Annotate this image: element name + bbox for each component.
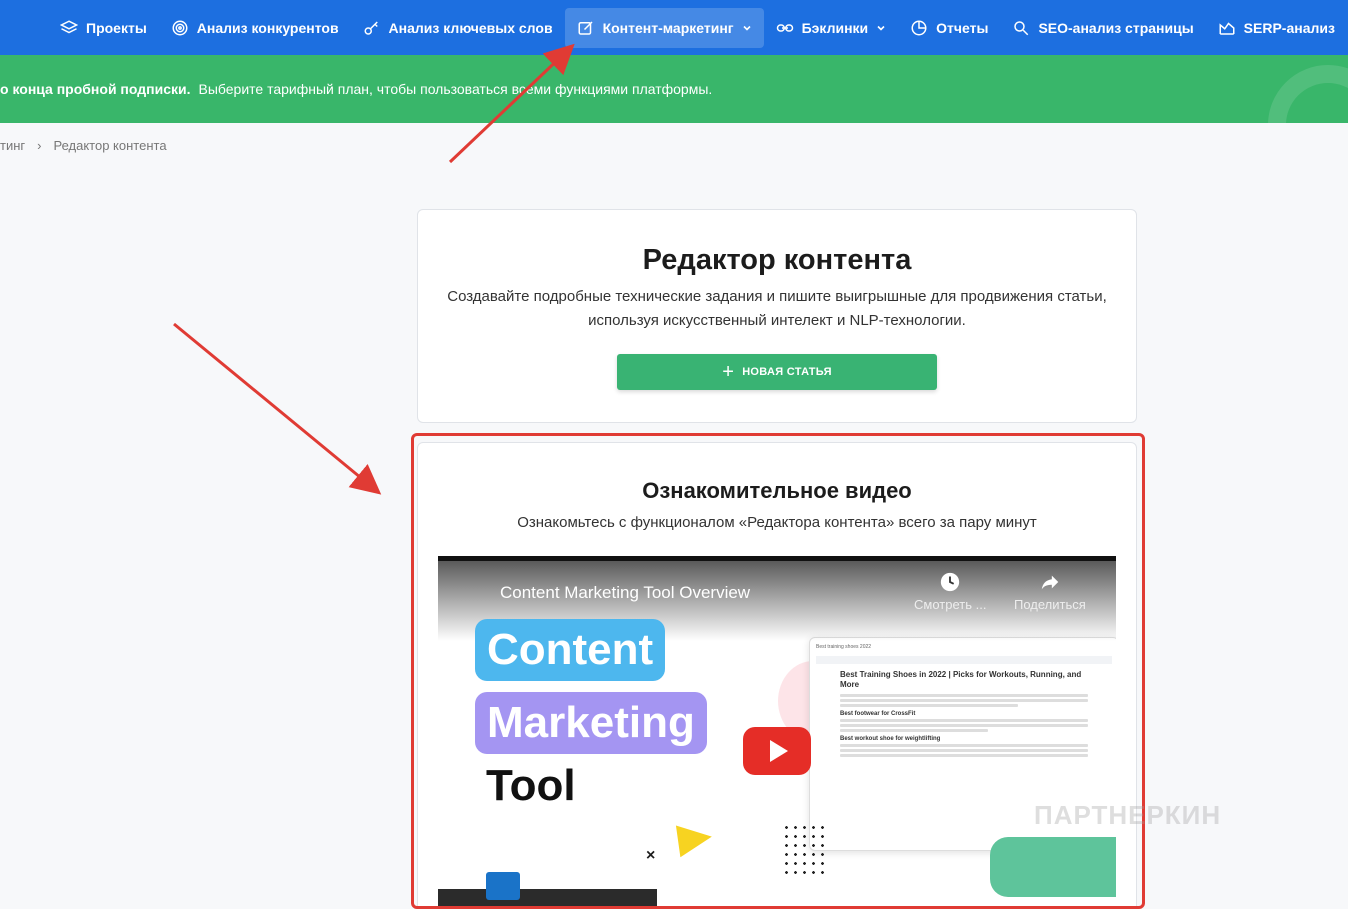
doc-line (840, 694, 1088, 697)
nav-item-competitors[interactable]: Анализ конкурентов (159, 8, 351, 48)
content-editor-card: Редактор контента Создавайте подробные т… (417, 209, 1137, 423)
nav-item-label: SERP-анализ (1243, 19, 1335, 36)
share-icon (1041, 575, 1059, 590)
link-icon (776, 19, 794, 37)
watch-later-label: Смотреть ... (914, 597, 987, 612)
doc-line (840, 704, 1018, 707)
nav-item-keywords[interactable]: Анализ ключевых слов (351, 8, 565, 48)
top-navigation: Проекты Анализ конкурентов Анализ ключев… (0, 0, 1348, 55)
thumb-word-content: Content (475, 619, 666, 681)
video-card-subtitle: Ознакомьтесь с функционалом «Редактора к… (517, 514, 1037, 531)
chevron-down-icon (743, 25, 751, 31)
breadcrumb: тинг › Редактор контента (0, 138, 167, 153)
share-button[interactable]: Поделиться (1014, 571, 1086, 612)
trial-banner-bold: о конца пробной подписки. (0, 81, 191, 97)
key-icon (363, 19, 381, 37)
video-bottom-bar (438, 889, 657, 909)
doc-line (840, 724, 1088, 727)
nav-item-seo-page[interactable]: SEO-анализ страницы (1000, 8, 1205, 48)
doc-line (840, 744, 1088, 747)
chevron-down-icon (877, 25, 885, 31)
nav-item-label: Контент-маркетинг (602, 19, 734, 36)
nav-item-label: Бэклинки (801, 19, 869, 36)
nav-item-content-marketing[interactable]: Контент-маркетинг (564, 7, 764, 48)
target-icon (171, 19, 189, 37)
x-decoration-icon: × (646, 847, 656, 864)
video-title[interactable]: Content Marketing Tool Overview (500, 583, 750, 603)
watermark: ПАРТНЕРКИН (1034, 800, 1222, 830)
banner-decoration (1268, 65, 1348, 123)
thumb-word-marketing: Marketing (475, 692, 707, 754)
video-card-title: Ознакомительное видео (642, 478, 912, 503)
doc-line (840, 719, 1088, 722)
breadcrumb-current: Редактор контента (53, 138, 167, 153)
watch-later-button[interactable]: Смотреть ... (914, 571, 986, 612)
chart-area-icon (1218, 19, 1236, 37)
nav-item-projects[interactable]: Проекты (48, 8, 159, 48)
nav-item-label: Анализ конкурентов (196, 19, 339, 36)
doc-line (840, 749, 1088, 752)
doc-line (840, 699, 1088, 702)
nav-item-reports[interactable]: Отчеты (898, 8, 1000, 48)
yellow-triangle-decoration (675, 820, 715, 858)
plus-icon: + (722, 361, 735, 383)
doc-line (840, 754, 1088, 757)
nav-item-label: Анализ ключевых слов (388, 19, 553, 36)
trial-banner-text: Выберите тарифный план, чтобы пользовать… (198, 81, 713, 97)
nav-item-label: SEO-анализ страницы (1038, 19, 1194, 36)
nav-item-label: Проекты (86, 19, 147, 36)
layers-icon (60, 19, 78, 37)
doc-line (840, 729, 988, 732)
new-article-button[interactable]: + НОВАЯ СТАТЬЯ (617, 354, 937, 390)
youtube-play-button[interactable] (743, 727, 811, 775)
doc-heading: Best footwear for CrossFit (840, 711, 916, 717)
bar-chart-icon (486, 872, 520, 900)
green-blob (990, 837, 1116, 897)
search-icon (1012, 19, 1030, 37)
doc-tab: Best training shoes 2022 (816, 644, 872, 650)
play-icon (770, 740, 788, 762)
breadcrumb-separator-icon: › (37, 138, 42, 153)
trial-banner: о конца пробной подписки. Выберите тариф… (0, 55, 1348, 123)
arrow-to-video (173, 322, 382, 495)
nav-item-serp[interactable]: SERP-анализ (1206, 8, 1347, 48)
video-player[interactable]: Best training shoes 2022 Best Training S… (438, 556, 1116, 909)
new-article-label: НОВАЯ СТАТЬЯ (742, 366, 832, 378)
dots-decoration (782, 823, 830, 877)
doc-title: Best Training Shoes in 2022 | Picks for … (840, 670, 1082, 689)
nav-item-backlinks[interactable]: Бэклинки (764, 8, 899, 48)
edit-icon (577, 19, 595, 37)
doc-heading: Best workout shoe for weightlifting (840, 736, 941, 742)
clock-icon (941, 572, 960, 592)
doc-toolbar (816, 656, 1112, 664)
page-title: Редактор контента (642, 244, 912, 276)
share-label: Поделиться (1014, 597, 1086, 612)
nav-item-label: Отчеты (936, 19, 989, 36)
thumb-word-tool: Tool (486, 761, 576, 810)
breadcrumb-parent[interactable]: тинг (0, 138, 25, 153)
pie-chart-icon (910, 19, 928, 37)
page-description: Создавайте подробные технические задания… (447, 288, 1107, 329)
